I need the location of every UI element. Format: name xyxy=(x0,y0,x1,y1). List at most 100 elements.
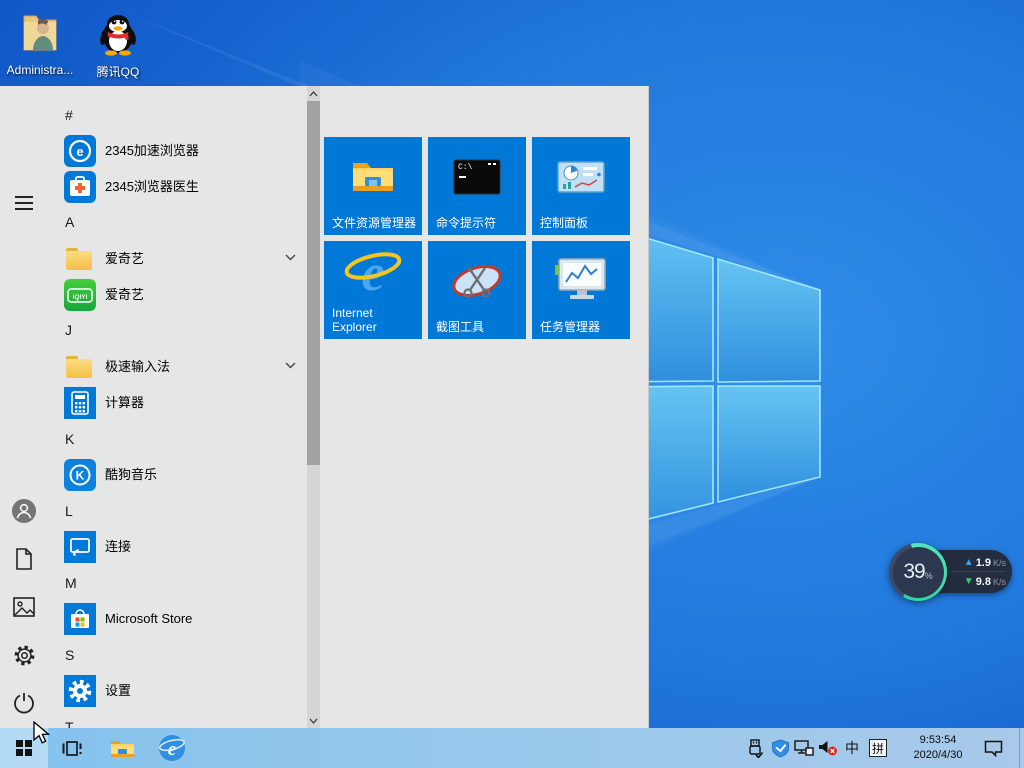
microsoft-store-icon xyxy=(64,603,96,635)
desktop-icon-label: Administra... xyxy=(6,63,74,77)
app-item-label: 酷狗音乐 xyxy=(105,467,158,482)
percent-symbol: % xyxy=(924,570,933,581)
taskbar-internet-explorer[interactable]: e xyxy=(152,728,192,768)
upload-unit: K/s xyxy=(992,557,1006,568)
app-item-calculator[interactable]: 计算器 xyxy=(48,385,308,421)
app-item-label: 爱奇艺 xyxy=(105,287,145,302)
app-item-label: 设置 xyxy=(105,683,132,698)
power-button[interactable] xyxy=(0,680,48,726)
tray-network-button[interactable] xyxy=(792,728,816,768)
tile-internet-explorer[interactable]: e Internet Explorer xyxy=(324,241,422,339)
app-section-header[interactable]: T xyxy=(65,713,74,728)
start-menu: # e 2345加速浏览器 2345浏览器医生 A 爱奇艺 iQIYI 爱奇艺 … xyxy=(0,86,649,728)
desktop-icon-qq[interactable]: 腾讯QQ xyxy=(81,10,155,80)
app-group-iqiyi-folder[interactable]: 爱奇艺 xyxy=(48,241,308,277)
folder-icon xyxy=(64,351,96,383)
app-item-connect[interactable]: 连接 xyxy=(48,529,308,565)
desktop-icon-label: 腾讯QQ xyxy=(96,65,140,79)
task-view-button[interactable] xyxy=(56,728,88,768)
app-item-label: 2345加速浏览器 xyxy=(105,143,199,158)
app-section-header[interactable]: J xyxy=(65,316,72,344)
2345-doctor-icon xyxy=(64,171,96,203)
command-prompt-icon: C:\ xyxy=(428,147,526,207)
volume-muted-icon xyxy=(818,741,837,756)
app-item-label: 计算器 xyxy=(105,395,145,410)
folder-icon xyxy=(64,243,96,275)
taskbar-file-explorer[interactable] xyxy=(104,728,140,768)
2345-browser-icon: e xyxy=(64,135,96,167)
pictures-button[interactable] xyxy=(0,584,48,630)
scroll-down-button[interactable] xyxy=(307,713,320,728)
app-item-settings[interactable]: 设置 xyxy=(48,673,308,709)
tile-file-explorer[interactable]: 文件资源管理器 xyxy=(324,137,422,235)
app-item-microsoft-store[interactable]: Microsoft Store xyxy=(48,601,308,637)
download-speed-row: ▼ 9.8 K/s xyxy=(946,571,1006,592)
chevron-down-icon xyxy=(285,254,296,261)
ime-mode-label: 拼 xyxy=(869,739,887,757)
chevron-down-icon xyxy=(285,362,296,369)
connect-icon xyxy=(64,531,96,563)
desktop: Administra... 腾讯QQ # e 2345加速浏览器 2345浏览器… xyxy=(0,0,1024,768)
tile-snipping-tool[interactable]: 截图工具 xyxy=(428,241,526,339)
folder-icon xyxy=(110,741,134,757)
settings-button[interactable] xyxy=(0,632,48,678)
upload-speed-row: ▲ 1.9 K/s xyxy=(946,552,1006,573)
power-icon xyxy=(14,692,34,713)
app-group-jisu-ime[interactable]: 极速输入法 xyxy=(48,349,308,385)
app-item-kugou[interactable]: K 酷狗音乐 xyxy=(48,457,308,493)
app-section-header[interactable]: L xyxy=(65,497,73,525)
tray-security-button[interactable] xyxy=(768,728,792,768)
svg-text:e: e xyxy=(76,144,83,159)
app-item-2345-doctor[interactable]: 2345浏览器医生 xyxy=(48,169,308,205)
task-view-icon xyxy=(62,740,82,756)
app-section-header[interactable]: K xyxy=(65,425,74,453)
tile-label: Internet Explorer xyxy=(332,306,377,334)
tile-command-prompt[interactable]: C:\ 命令提示符 xyxy=(428,137,526,235)
tile-label: 任务管理器 xyxy=(540,320,601,334)
app-item-2345-browser[interactable]: e 2345加速浏览器 xyxy=(48,133,308,169)
document-icon xyxy=(16,548,32,570)
chevron-down-icon xyxy=(309,718,318,724)
network-speed-widget[interactable]: ▲ 1.9 K/s ▼ 9.8 K/s 39 % xyxy=(886,541,1016,603)
tray-usb-button[interactable] xyxy=(744,728,766,768)
user-folder-icon xyxy=(23,15,57,51)
scroll-up-button[interactable] xyxy=(307,86,320,101)
app-item-iqiyi[interactable]: iQIYI 爱奇艺 xyxy=(48,277,308,313)
show-desktop-button[interactable] xyxy=(1019,728,1024,768)
windows-logo-icon xyxy=(16,740,32,756)
app-section-header[interactable]: A xyxy=(65,208,74,236)
scrollbar-thumb[interactable] xyxy=(307,101,320,465)
app-item-label: 极速输入法 xyxy=(105,359,171,374)
iqiyi-icon: iQIYI xyxy=(64,279,96,311)
tray-volume-button[interactable] xyxy=(816,728,840,768)
tile-label: 命令提示符 xyxy=(436,216,497,230)
qq-penguin-icon xyxy=(100,15,136,56)
app-list-scrollbar[interactable] xyxy=(307,86,320,728)
internet-explorer-icon: e xyxy=(324,243,422,303)
tray-clock[interactable]: 9:53:54 2020/4/30 xyxy=(898,733,978,763)
app-item-label: 爱奇艺 xyxy=(105,251,145,266)
file-explorer-icon xyxy=(324,147,422,207)
action-center-icon xyxy=(984,740,1002,757)
tray-ime-mode[interactable]: 拼 xyxy=(866,728,890,768)
user-account-button[interactable] xyxy=(0,488,48,534)
clock-date: 2020/4/30 xyxy=(913,749,963,761)
app-section-header[interactable]: M xyxy=(65,569,77,597)
svg-text:iQIYI: iQIYI xyxy=(73,294,88,301)
app-section-header[interactable]: S xyxy=(65,641,74,669)
tile-task-manager[interactable]: 任务管理器 xyxy=(532,241,630,339)
tile-control-panel[interactable]: 控制面板 xyxy=(532,137,630,235)
expand-menu-button[interactable] xyxy=(0,180,48,226)
app-section-header[interactable]: # xyxy=(65,101,73,129)
user-avatar-icon xyxy=(12,499,36,523)
action-center-button[interactable] xyxy=(978,728,1008,768)
acceleration-ball[interactable]: 39 % xyxy=(889,543,947,601)
download-unit: K/s xyxy=(992,576,1006,587)
ie-icon: e xyxy=(159,735,185,761)
documents-button[interactable] xyxy=(0,536,48,582)
svg-text:C:\: C:\ xyxy=(458,163,473,172)
tray-ime-language[interactable]: 中 xyxy=(840,728,864,768)
download-value: 9.8 xyxy=(975,575,991,588)
desktop-icon-administrator[interactable]: Administra... xyxy=(3,10,77,77)
shield-icon xyxy=(771,739,789,757)
